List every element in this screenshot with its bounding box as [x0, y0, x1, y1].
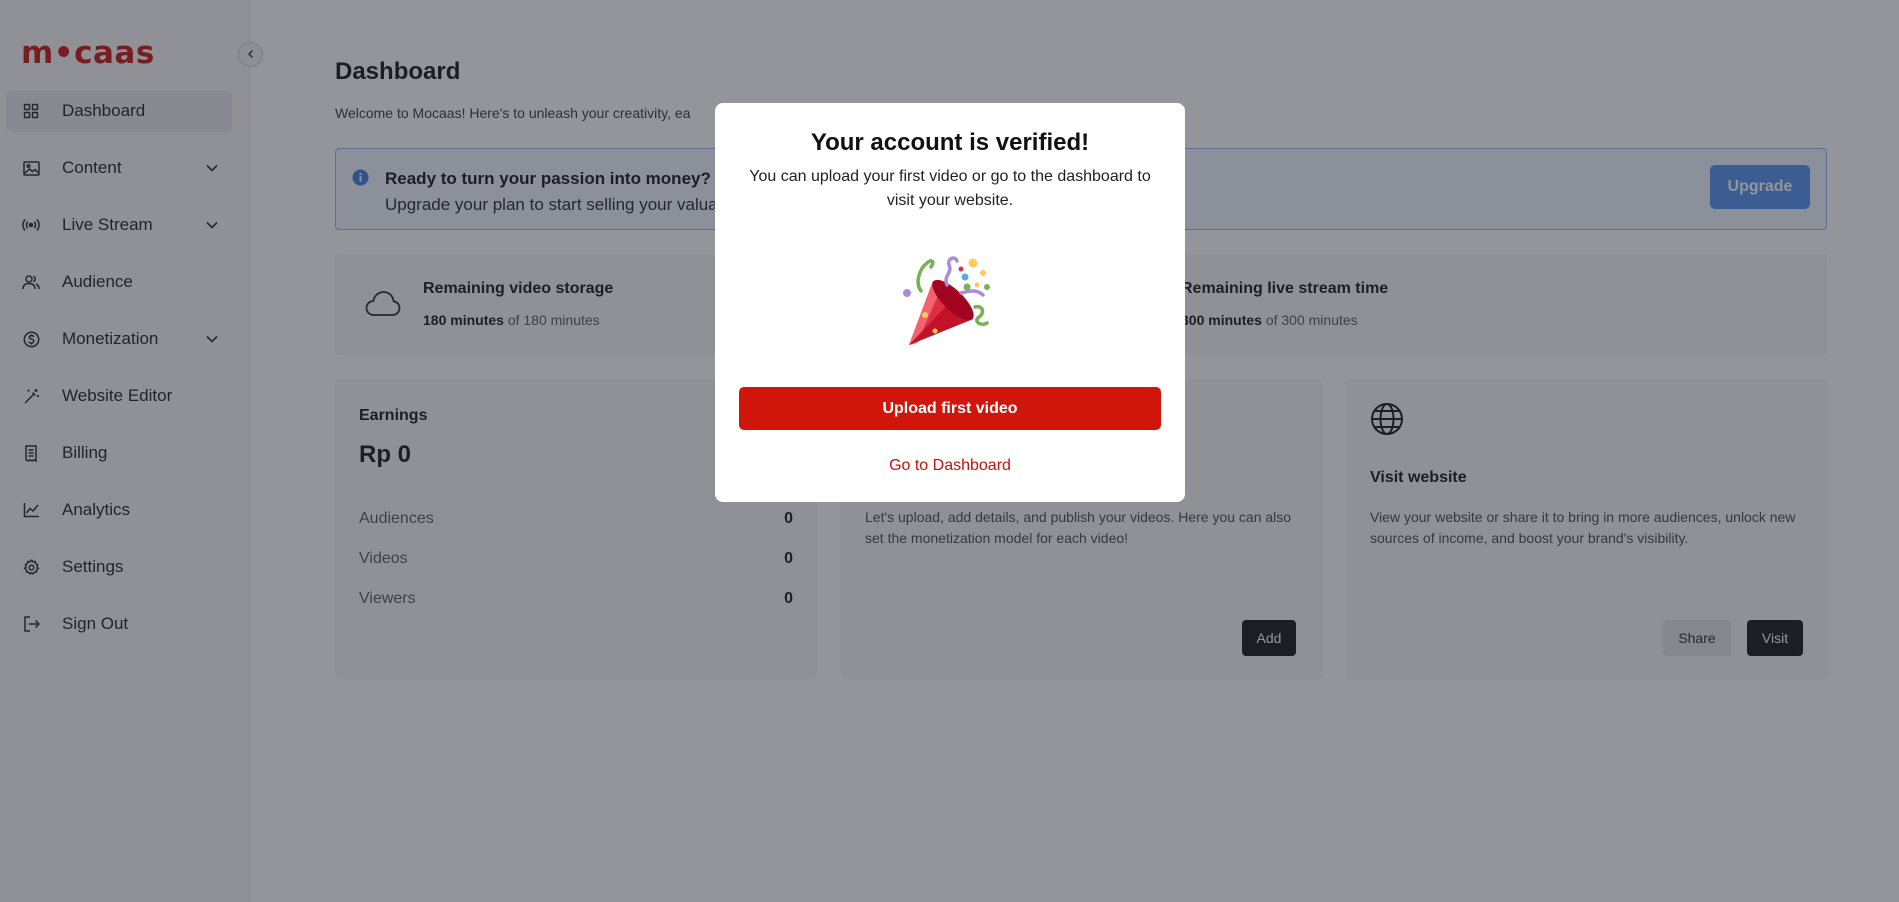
upload-first-video-button[interactable]: Upload first video — [739, 387, 1161, 430]
verified-modal: Your account is verified! You can upload… — [715, 103, 1185, 502]
party-popper-icon — [895, 243, 1005, 353]
modal-subtitle: You can upload your first video or go to… — [749, 168, 1151, 209]
go-to-dashboard-link[interactable]: Go to Dashboard — [715, 457, 1185, 475]
modal-title: Your account is verified! — [810, 129, 1090, 156]
